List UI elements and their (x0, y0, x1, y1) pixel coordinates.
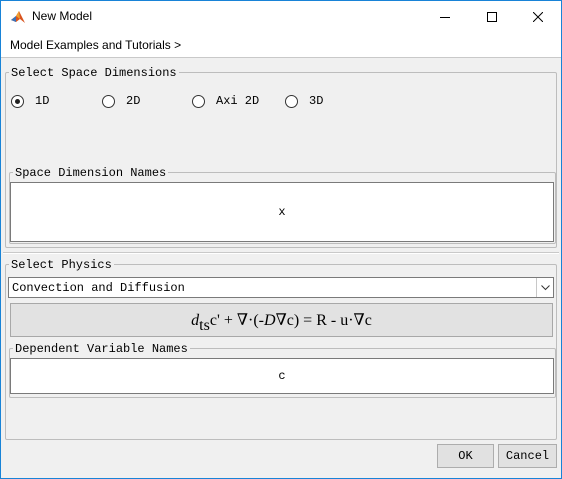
window-title: New Model (32, 9, 93, 23)
physics-select-value: Convection and Diffusion (12, 281, 185, 295)
matlab-icon (10, 9, 26, 25)
chevron-down-icon[interactable] (536, 278, 553, 297)
dependent-variable-names-label: Dependent Variable Names (13, 342, 190, 356)
equation-subscript: ts (199, 317, 210, 334)
radio-3d-label: 3D (309, 94, 324, 108)
equation: dtsc' + ∇·(-D∇c) = R - u·∇c (191, 310, 372, 334)
radio-axi-2d-label: Axi 2D (216, 94, 260, 108)
radio-2d-label: 2D (126, 94, 141, 108)
radio-axi-2d[interactable]: Axi 2D (192, 94, 259, 108)
radio-button[interactable] (285, 94, 298, 108)
separator (3, 252, 559, 254)
radio-1d[interactable]: 1D (11, 94, 49, 108)
breadcrumb-link[interactable]: Model Examples and Tutorials > (10, 38, 181, 52)
space-dimensions-label: Select Space Dimensions (9, 66, 179, 80)
title-bar[interactable]: New Model (1, 1, 561, 32)
equation-d: d (191, 312, 200, 329)
equation-display: dtsc' + ∇·(-D∇c) = R - u·∇c (10, 303, 553, 337)
maximize-icon (487, 11, 497, 22)
radio-button[interactable] (192, 94, 205, 108)
ok-button[interactable]: OK (437, 444, 494, 468)
close-button[interactable] (515, 1, 561, 32)
new-model-window: New Model Model Examples and Tutorials >… (0, 0, 562, 479)
space-dimension-names-value: x (278, 205, 286, 219)
equation-middle: c' + ∇·(- (209, 312, 265, 329)
radio-2d[interactable]: 2D (102, 94, 140, 108)
dependent-variable-names-value: c (278, 369, 286, 383)
cancel-button[interactable]: Cancel (498, 444, 557, 468)
cancel-button-label: Cancel (505, 449, 550, 463)
radio-button-selected[interactable] (11, 94, 24, 108)
minimize-icon (440, 12, 450, 22)
space-dimension-names-field[interactable]: x (10, 182, 554, 242)
physics-label: Select Physics (9, 258, 114, 272)
breadcrumb-bar: Model Examples and Tutorials > (1, 32, 561, 58)
equation-coefficient: D (264, 312, 276, 329)
dependent-variable-names-field[interactable]: c (10, 358, 554, 394)
radio-3d[interactable]: 3D (285, 94, 323, 108)
radio-button[interactable] (102, 94, 115, 108)
physics-select[interactable]: Convection and Diffusion (8, 277, 554, 298)
ok-button-label: OK (458, 449, 473, 463)
close-icon (533, 11, 543, 22)
minimize-button[interactable] (422, 1, 468, 32)
equation-tail: ∇c) = R - u·∇c (275, 312, 372, 329)
space-dimension-names-label: Space Dimension Names (13, 166, 169, 180)
radio-1d-label: 1D (35, 94, 50, 108)
maximize-button[interactable] (469, 1, 515, 32)
